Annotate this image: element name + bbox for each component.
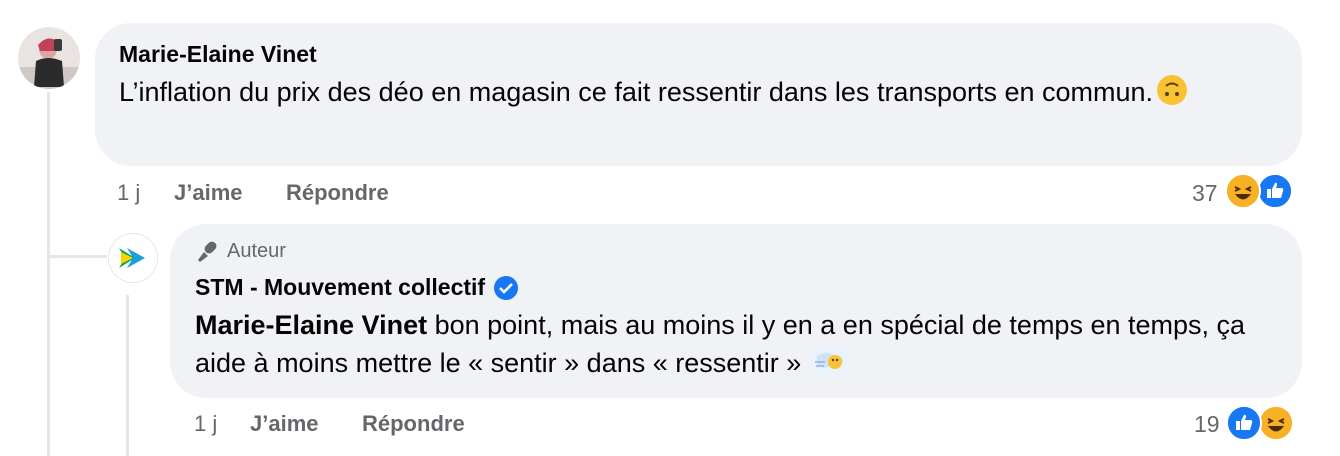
reply-author-name[interactable]: STM - Mouvement collectif (195, 274, 519, 301)
upside-down-face-icon (1157, 75, 1188, 105)
reply-thread-line (126, 295, 129, 456)
author-badge-label: Auteur (227, 239, 286, 262)
author-badge: Auteur (195, 238, 286, 264)
commenter-avatar[interactable] (18, 27, 80, 89)
haha-reaction-icon (1258, 405, 1294, 441)
comment-author-name[interactable]: Marie-Elaine Vinet (119, 41, 317, 68)
face-with-wind-icon (812, 346, 847, 376)
comment-reply-button[interactable]: Répondre (286, 180, 389, 206)
comment-like-button[interactable]: J’aime (174, 180, 243, 206)
verified-badge-icon (493, 275, 519, 301)
like-reaction-icon (1257, 173, 1293, 209)
reply-timestamp[interactable]: 1 j (194, 411, 217, 437)
reply-author-label: STM - Mouvement collectif (195, 274, 486, 300)
reply-mention[interactable]: Marie-Elaine Vinet (195, 310, 427, 340)
reply-text: Marie-Elaine Vinet bon point, mais au mo… (195, 306, 1275, 382)
haha-reaction-icon (1225, 173, 1261, 209)
commenter-avatar-photo (18, 27, 80, 89)
like-reaction-icon (1226, 405, 1262, 441)
reply-reaction-count[interactable]: 19 (1194, 411, 1220, 438)
reply-reply-button[interactable]: Répondre (362, 411, 465, 437)
microphone-icon (195, 239, 219, 263)
thread-line-vertical (47, 92, 50, 456)
comment-reaction-count[interactable]: 37 (1192, 180, 1218, 207)
reply-like-button[interactable]: J’aime (250, 411, 319, 437)
comment-timestamp[interactable]: 1 j (117, 180, 140, 206)
comment-text: L’inflation du prix des déo en magasin c… (119, 73, 1269, 111)
stm-logo-icon (119, 248, 145, 268)
thread-line-branch (47, 255, 107, 258)
stm-avatar[interactable] (108, 233, 158, 283)
comment-text-content: L’inflation du prix des déo en magasin c… (119, 77, 1154, 107)
